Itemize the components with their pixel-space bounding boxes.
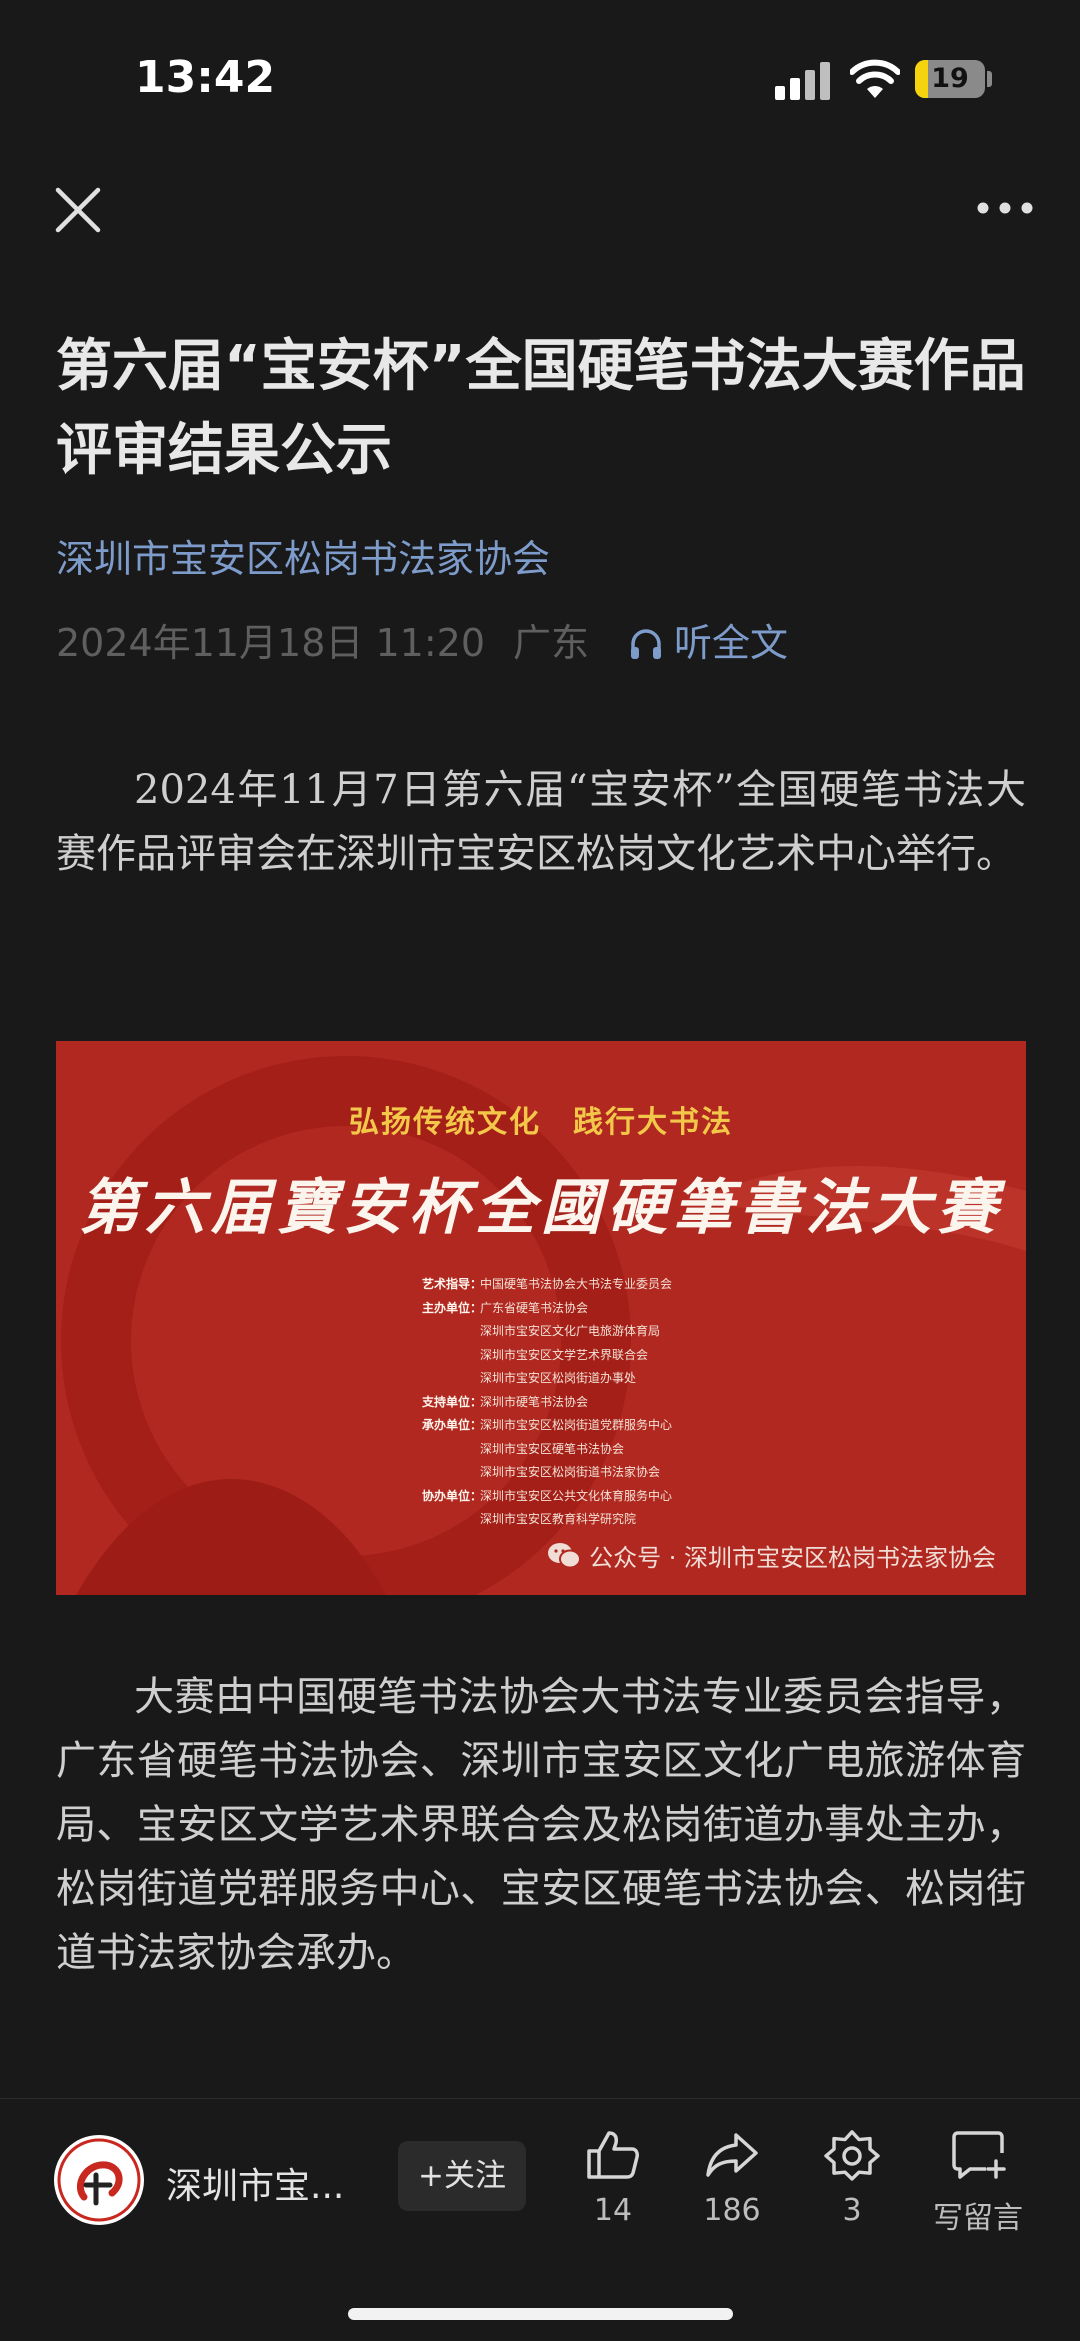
- organizer-list: 艺术指导：中国硬笔书法协会大书法专业委员会 主办单位：广东省硬笔书法协会 深圳市…: [422, 1273, 672, 1532]
- banner-heading: 第六届寶安杯全國硬筆書法大賽: [79, 1173, 1003, 1243]
- write-comment-button[interactable]: 写留言: [918, 2129, 1038, 2237]
- organizer-row: 深圳市宝安区文学艺术界联合会: [480, 1347, 649, 1362]
- organizer-row: 深圳市宝安区松岗街道办事处: [480, 1371, 637, 1385]
- avatar[interactable]: [54, 2135, 144, 2225]
- banner-slogan: 弘扬传统文化 践行大书法: [349, 1105, 733, 1140]
- publish-location: 广东: [513, 621, 590, 665]
- listen-label: 听全文: [674, 621, 789, 665]
- close-icon[interactable]: [50, 182, 106, 238]
- article-meta: 2024年11月18日 11:20 广东: [56, 612, 589, 667]
- wechat-icon: [548, 1542, 582, 1568]
- signal-icon: [775, 62, 831, 100]
- recommend-icon: [824, 2130, 880, 2181]
- organizer-row: 深圳市宝安区硬笔书法协会: [480, 1441, 625, 1456]
- organizer-row: 深圳市宝安区教育科学研究院: [480, 1512, 637, 1526]
- follow-button[interactable]: +关注: [398, 2141, 526, 2211]
- bar-account-name[interactable]: 深圳市宝...: [166, 2157, 376, 2209]
- like-count: 14: [593, 2193, 633, 2228]
- article-page: 13:42 19 第六届“宝安杯”全国硬笔书法大赛作品评审结果公示 深圳市宝安区…: [0, 0, 1080, 2341]
- organizer-row: 主办单位：广东省硬笔书法协会: [422, 1300, 589, 1315]
- recommend-button[interactable]: 3: [797, 2129, 907, 2228]
- bottom-action-bar: 深圳市宝... +关注 14 186 3 写留言: [0, 2098, 1080, 2341]
- account-link[interactable]: 深圳市宝安区松岗书法家协会: [56, 528, 550, 583]
- association-logo-icon: [57, 2138, 141, 2222]
- recommend-count: 3: [842, 2193, 862, 2228]
- like-button[interactable]: 14: [558, 2129, 668, 2228]
- share-icon: [706, 2133, 758, 2177]
- organizer-row: 支持单位：深圳市硬笔书法协会: [422, 1394, 589, 1409]
- status-time: 13:42: [135, 52, 276, 103]
- organizer-row: 深圳市宝安区文化广电旅游体育局: [480, 1324, 661, 1338]
- organizer-row: 协办单位：深圳市宝安区公共文化体育服务中心: [422, 1488, 673, 1503]
- article-paragraph-2: 大赛由中国硬笔书法协会大书法专业委员会指导，广东省硬笔书法协会、深圳市宝安区文化…: [56, 1674, 1026, 1976]
- comment-label: 写留言: [933, 2201, 1023, 2236]
- banner-watermark: 公众号 · 深圳市宝安区松岗书法家协会: [547, 1538, 996, 1573]
- home-indicator[interactable]: [348, 2308, 733, 2320]
- watermark-text: 公众号 · 深圳市宝安区松岗书法家协会: [589, 1544, 996, 1572]
- share-button[interactable]: 186: [677, 2129, 787, 2228]
- battery-level: 19: [931, 63, 969, 94]
- battery-cap: [987, 71, 992, 87]
- more-icon[interactable]: [975, 190, 1035, 226]
- status-bar: 13:42 19: [0, 0, 1080, 160]
- battery-icon: 19: [915, 60, 985, 98]
- article-title: 第六届“宝安杯”全国硬笔书法大赛作品评审结果公示: [56, 334, 1026, 483]
- share-count: 186: [703, 2193, 761, 2228]
- headphones-icon: [631, 629, 661, 659]
- comment-icon: [952, 2131, 1006, 2179]
- wifi-icon: [850, 59, 900, 98]
- organizer-row: 深圳市宝安区松岗街道书法家协会: [480, 1465, 661, 1479]
- listen-button[interactable]: 听全文: [628, 612, 788, 667]
- event-banner-image[interactable]: 弘扬传统文化 践行大书法 第六届寶安杯全國硬筆書法大賽 艺术指导：中国硬笔书法协…: [56, 1041, 1026, 1595]
- organizer-row: 艺术指导：中国硬笔书法协会大书法专业委员会: [422, 1277, 673, 1291]
- publish-date: 2024年11月18日 11:20: [56, 621, 486, 665]
- organizer-row: 承办单位：深圳市宝安区松岗街道党群服务中心: [422, 1418, 673, 1432]
- article-paragraph-1: 2024年11月7日第六届“宝安杯”全国硬笔书法大赛作品评审会在深圳市宝安区松岗…: [56, 767, 1026, 877]
- thumbs-up-icon: [587, 2131, 639, 2179]
